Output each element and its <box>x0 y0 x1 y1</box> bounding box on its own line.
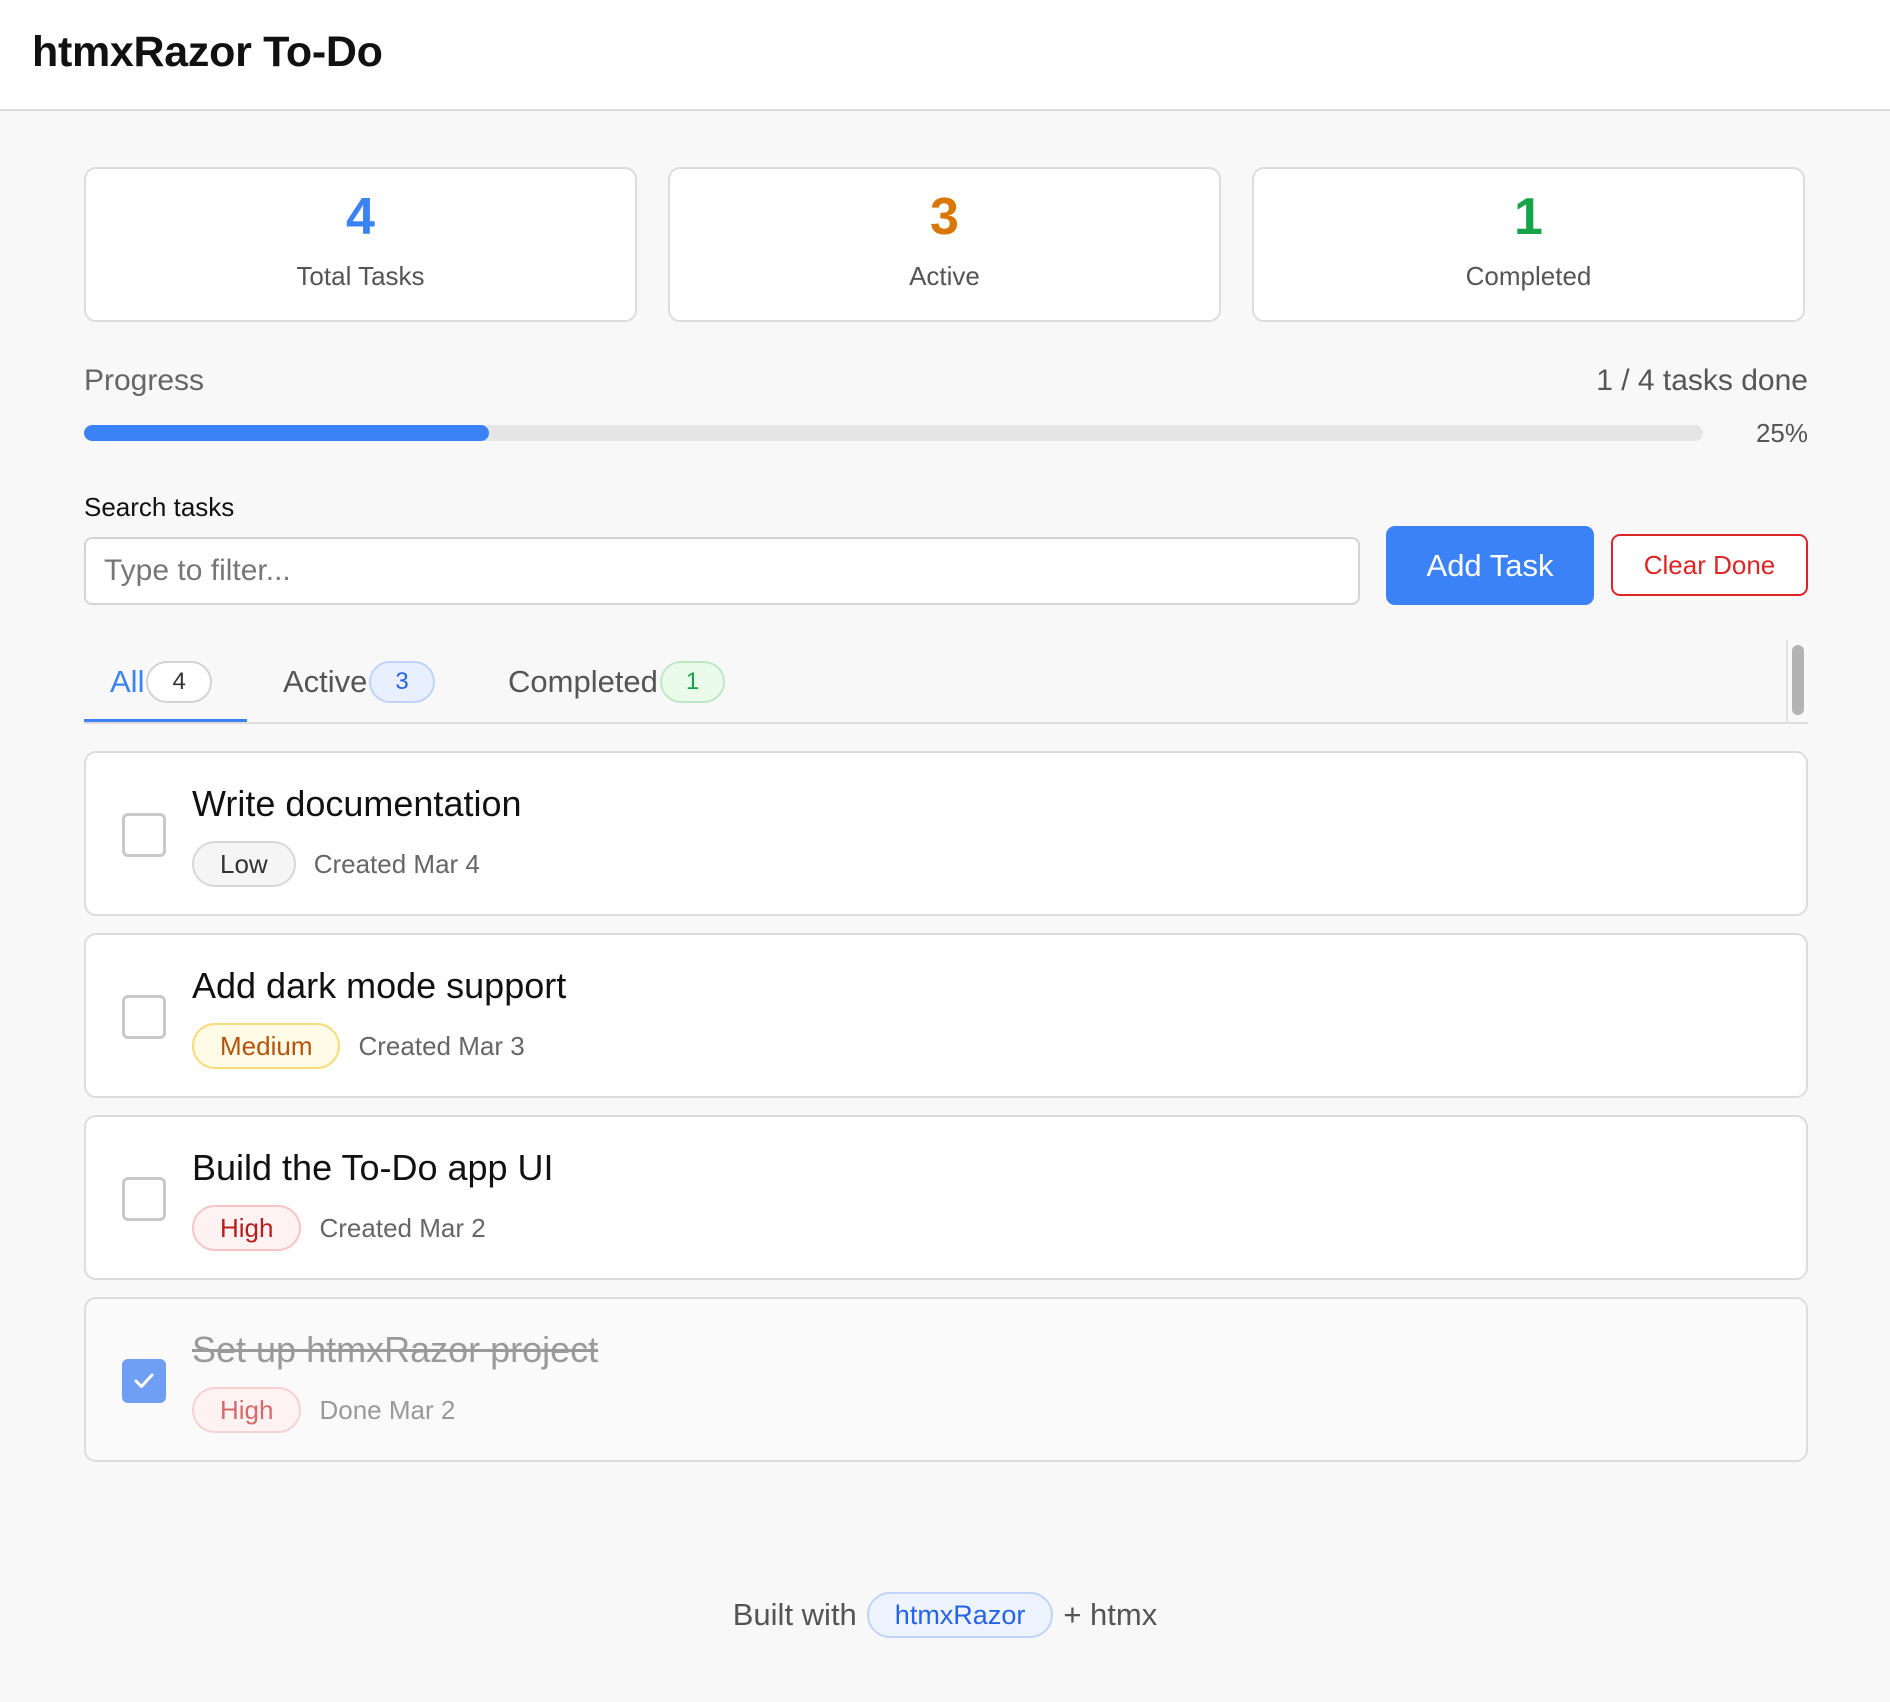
stat-card-completed: 1 Completed <box>1252 167 1805 322</box>
stat-active-value: 3 <box>930 188 959 246</box>
task-item: Add dark mode support Medium Created Mar… <box>84 933 1808 1098</box>
tab-completed-count: 1 <box>659 661 726 703</box>
task-date: Created Mar 4 <box>313 848 480 879</box>
tab-active-label: Active <box>283 664 368 699</box>
task-title: Write documentation <box>192 783 522 824</box>
tab-active-count: 3 <box>369 661 435 703</box>
tab-all[interactable]: All 4 <box>110 640 212 724</box>
app-header: htmxRazor To-Do <box>0 0 1890 111</box>
stat-card-active: 3 Active <box>668 167 1221 322</box>
priority-badge: Low <box>192 841 296 887</box>
tabs-scrollbar-thumb[interactable] <box>1792 645 1804 715</box>
tab-completed[interactable]: Completed 1 <box>508 640 726 724</box>
task-title: Set up htmxRazor project <box>192 1329 599 1370</box>
stat-active-label: Active <box>909 261 980 291</box>
task-date: Created Mar 3 <box>358 1030 525 1061</box>
stat-card-total: 4 Total Tasks <box>84 167 637 322</box>
footer: Built with htmxRazor + htmx <box>0 1592 1890 1638</box>
footer-brand-badge[interactable]: htmxRazor <box>866 1592 1054 1638</box>
task-meta: High Created Mar 2 <box>192 1205 486 1251</box>
add-task-button[interactable]: Add Task <box>1386 526 1594 605</box>
stat-total-value: 4 <box>346 188 375 246</box>
task-item-completed: Set up htmxRazor project High Done Mar 2 <box>84 1297 1808 1462</box>
tabs-divider <box>84 722 1808 724</box>
search-label: Search tasks <box>84 492 235 522</box>
stat-completed-label: Completed <box>1465 261 1592 291</box>
tab-all-label: All <box>110 664 145 699</box>
stat-completed-value: 1 <box>1514 188 1543 246</box>
progress-percent: 25% <box>1755 418 1808 448</box>
progress-label: Progress <box>84 364 205 397</box>
progress-count: 1 / 4 tasks done <box>1596 364 1808 397</box>
task-title: Add dark mode support <box>192 965 567 1006</box>
priority-badge: Medium <box>192 1023 341 1069</box>
task-checkbox[interactable] <box>122 813 166 857</box>
progress-bar <box>84 425 1703 441</box>
task-checkbox[interactable] <box>122 1177 166 1221</box>
stat-total-label: Total Tasks <box>296 261 425 291</box>
task-title: Build the To-Do app UI <box>192 1147 554 1188</box>
tab-completed-label: Completed <box>508 664 658 699</box>
task-meta: Low Created Mar 4 <box>192 841 480 887</box>
task-item: Write documentation Low Created Mar 4 <box>84 751 1808 916</box>
footer-prefix: Built with <box>732 1597 857 1632</box>
footer-suffix: + htmx <box>1063 1597 1158 1632</box>
tab-all-count: 4 <box>146 661 212 703</box>
task-checkbox[interactable] <box>122 995 166 1039</box>
priority-badge: High <box>192 1205 302 1251</box>
task-checkbox-checked[interactable] <box>122 1359 166 1403</box>
search-input[interactable] <box>84 537 1360 605</box>
checkmark-icon <box>134 1373 154 1388</box>
priority-badge: High <box>192 1387 302 1433</box>
tab-active[interactable]: Active 3 <box>283 640 435 724</box>
task-meta: Medium Created Mar 3 <box>192 1023 525 1069</box>
app-title: htmxRazor To-Do <box>32 28 383 76</box>
tabs-scrollbar-track <box>1786 640 1788 724</box>
progress-bar-fill <box>84 425 489 441</box>
task-meta: High Done Mar 2 <box>192 1387 455 1433</box>
task-date: Created Mar 2 <box>319 1212 486 1243</box>
task-item: Build the To-Do app UI High Created Mar … <box>84 1115 1808 1280</box>
task-date: Done Mar 2 <box>319 1394 456 1425</box>
clear-done-button[interactable]: Clear Done <box>1611 534 1808 596</box>
